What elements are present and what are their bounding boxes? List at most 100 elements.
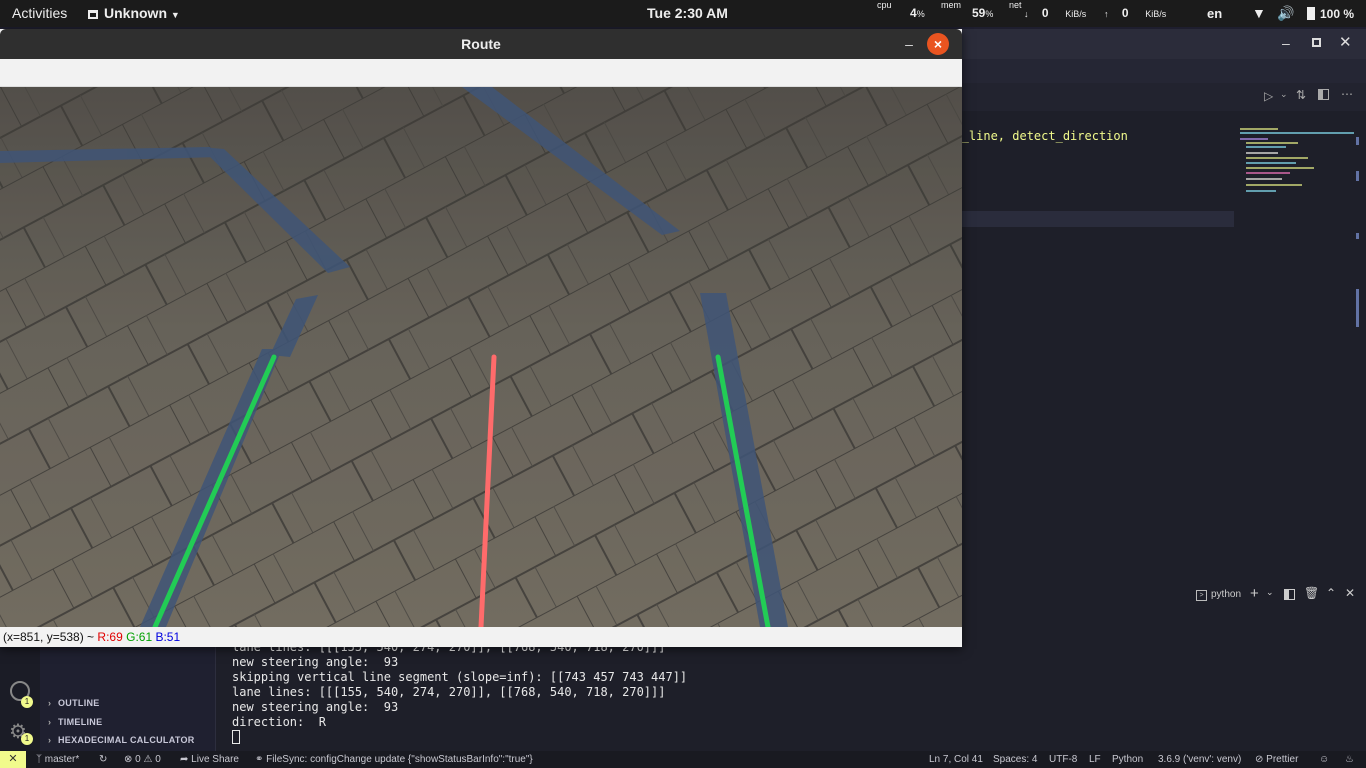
editor-actions: ▷ ⌄ ⇅ ⋯ bbox=[960, 83, 1366, 111]
maximize-icon[interactable] bbox=[1312, 38, 1321, 47]
terminal-line: skipping vertical line segment (slope=in… bbox=[232, 670, 688, 684]
error-icon: ⊗ bbox=[124, 754, 136, 765]
chevron-right-icon: › bbox=[48, 735, 52, 745]
live-share-icon: ➦ bbox=[180, 754, 192, 765]
cpu-value: 4 bbox=[910, 6, 917, 20]
chevron-down-icon[interactable]: ⌄ bbox=[1280, 89, 1288, 100]
battery-icon bbox=[1307, 7, 1315, 20]
error-count: 0 bbox=[135, 754, 141, 765]
activities-button[interactable]: Activities bbox=[12, 0, 67, 27]
terminal-icon: > bbox=[1196, 590, 1207, 601]
route-toolbar bbox=[0, 59, 962, 87]
close-icon[interactable]: ✕ bbox=[1339, 33, 1352, 51]
clock[interactable]: Tue 2:30 AM bbox=[647, 0, 728, 27]
pixel-blue-value: B:51 bbox=[155, 630, 181, 644]
outline-section[interactable]: › OUTLINE bbox=[48, 698, 100, 708]
split-terminal-icon[interactable] bbox=[1284, 589, 1295, 600]
prettier-status[interactable]: ⊘ Prettier bbox=[1255, 751, 1298, 768]
wifi-icon[interactable]: ▼ bbox=[1252, 0, 1266, 27]
live-share-button[interactable]: ➦ Live Share bbox=[180, 751, 239, 768]
net-down-unit: KiB/s bbox=[1065, 9, 1087, 19]
language-indicator[interactable]: en bbox=[1207, 0, 1222, 27]
minimize-icon[interactable]: – bbox=[1282, 35, 1290, 51]
terminal-line: direction: R bbox=[232, 715, 326, 729]
sync-icon[interactable]: ↻ bbox=[99, 751, 107, 768]
feedback-icon[interactable]: ☺ bbox=[1319, 751, 1329, 768]
code-line[interactable]: ing_line, detect_direction bbox=[940, 129, 1128, 143]
end-of-line[interactable]: LF bbox=[1089, 751, 1101, 768]
minimap[interactable] bbox=[1238, 125, 1356, 195]
route-window: Route – × (x=851, y=538) ~ R:69 G:61 B:5… bbox=[0, 29, 962, 647]
warning-icon: ⚠ bbox=[143, 754, 156, 765]
remote-indicator-icon[interactable]: ✕ bbox=[0, 751, 26, 768]
net-down[interactable]: ↓ 0 KiB/s bbox=[1024, 0, 1086, 27]
maximize-panel-icon[interactable]: ⌃ bbox=[1326, 586, 1336, 600]
python-interpreter[interactable]: 3.6.9 ('venv': venv) bbox=[1158, 751, 1241, 768]
timeline-section[interactable]: › TIMELINE bbox=[48, 717, 102, 727]
hex-calculator-section[interactable]: › HEXADECIMAL CALCULATOR bbox=[48, 735, 195, 745]
hex-calculator-label: HEXADECIMAL CALCULATOR bbox=[58, 735, 195, 745]
route-titlebar[interactable]: Route – × bbox=[0, 29, 962, 59]
more-actions-icon[interactable]: ⋯ bbox=[1341, 87, 1353, 101]
cpu-usage[interactable]: 4% bbox=[910, 0, 925, 27]
chevron-down-icon[interactable]: ⌄ bbox=[1266, 587, 1274, 598]
terminal-line: new steering angle: 93 bbox=[232, 700, 399, 714]
pixel-info-bar: (x=851, y=538) ~ R:69 G:61 B:51 bbox=[0, 627, 962, 647]
prettier-label: Prettier bbox=[1266, 754, 1299, 765]
close-panel-icon[interactable]: ✕ bbox=[1345, 586, 1355, 600]
mem-unit: % bbox=[985, 9, 994, 19]
encoding[interactable]: UTF-8 bbox=[1049, 751, 1077, 768]
current-line-highlight bbox=[962, 211, 1234, 227]
app-menu[interactable]: Unknown ▼ bbox=[88, 0, 180, 27]
terminal-line: new steering angle: 93 bbox=[232, 655, 399, 669]
problems-status[interactable]: ⊗ 0 ⚠ 0 bbox=[124, 751, 161, 768]
net-up-unit: KiB/s bbox=[1145, 9, 1167, 19]
mem-value: 59 bbox=[972, 6, 986, 20]
battery-label: 100 % bbox=[1320, 7, 1355, 21]
filesync-label: FileSync: configChange update {"showStat… bbox=[266, 754, 533, 765]
run-icon[interactable]: ▷ bbox=[1264, 89, 1273, 103]
double-check-icon: ⊘ bbox=[1255, 754, 1267, 765]
language-mode[interactable]: Python bbox=[1112, 751, 1143, 768]
pixel-red-value: R:69 bbox=[97, 630, 123, 644]
branch-status[interactable]: ᛉ master* bbox=[36, 751, 79, 768]
cpu-label: cpu bbox=[877, 0, 892, 10]
close-icon[interactable]: × bbox=[927, 33, 949, 55]
net-up-value: 0 bbox=[1121, 6, 1129, 20]
branch-label: master* bbox=[44, 754, 80, 765]
caret-down-icon: ▼ bbox=[170, 10, 180, 20]
warning-count: 0 bbox=[155, 754, 161, 765]
mem-usage[interactable]: 59% bbox=[972, 0, 993, 27]
outline-label: OUTLINE bbox=[58, 698, 100, 708]
plug-icon: ⚭ bbox=[255, 754, 267, 765]
pixel-green-value: G:61 bbox=[126, 630, 153, 644]
indentation[interactable]: Spaces: 4 bbox=[993, 751, 1037, 768]
camera-frame-image[interactable] bbox=[0, 87, 962, 627]
top-bar: Activities Unknown ▼ Tue 2:30 AM cpu 4% … bbox=[0, 0, 1366, 27]
split-editor-icon[interactable] bbox=[1318, 89, 1329, 100]
volume-icon[interactable]: 🔊 bbox=[1277, 0, 1294, 27]
chevron-right-icon: › bbox=[48, 717, 52, 727]
terminal-output[interactable]: lane lines: [[[155, 540, 274, 270]], [[7… bbox=[232, 640, 687, 745]
net-up[interactable]: ↑ 0 KiB/s bbox=[1104, 0, 1166, 27]
compare-icon[interactable]: ⇅ bbox=[1296, 88, 1306, 102]
new-terminal-icon[interactable]: + bbox=[1250, 585, 1259, 602]
terminal-cursor bbox=[232, 730, 240, 744]
terminal-selector[interactable]: python bbox=[1211, 589, 1241, 600]
arrow-down-icon: ↓ bbox=[1024, 9, 1029, 19]
notifications-bell-icon[interactable]: ♨ bbox=[1345, 751, 1354, 768]
mem-label: mem bbox=[941, 0, 961, 10]
settings-badge: 1 bbox=[21, 733, 33, 745]
window-icon bbox=[88, 10, 98, 19]
minimize-icon[interactable]: – bbox=[898, 34, 920, 54]
filesync-status[interactable]: ⚭ FileSync: configChange update {"showSt… bbox=[255, 751, 533, 768]
branch-icon: ᛉ bbox=[36, 754, 45, 765]
account-badge: 1 bbox=[21, 696, 33, 708]
window-title: Route bbox=[461, 36, 501, 52]
battery-status[interactable]: 100 % bbox=[1307, 0, 1354, 27]
trash-icon[interactable]: 🗑 bbox=[1304, 586, 1319, 600]
status-bar: ✕ ᛉ master* ↻ ⊗ 0 ⚠ 0 ➦ Live Share ⚭ Fil… bbox=[0, 751, 1366, 768]
arrow-up-icon: ↑ bbox=[1104, 9, 1109, 19]
net-down-value: 0 bbox=[1041, 6, 1049, 20]
cursor-position[interactable]: Ln 7, Col 41 bbox=[929, 751, 983, 768]
